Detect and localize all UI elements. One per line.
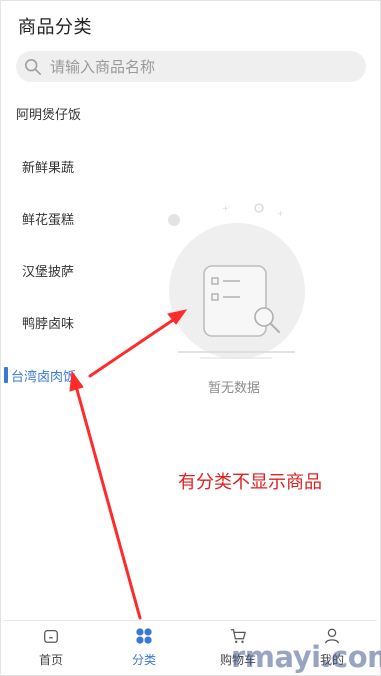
- watermark: rmayi.com: [231, 640, 381, 674]
- category-item-active[interactable]: 台湾卤肉饭: [11, 366, 76, 385]
- home-icon: [44, 629, 58, 643]
- search-placeholder[interactable]: 请输入商品名称: [50, 56, 155, 77]
- active-category-indicator: [4, 367, 8, 383]
- category-item[interactable]: 鸭脖卤味: [22, 313, 74, 332]
- empty-illustration: + + +: [168, 203, 305, 359]
- tab-home[interactable]: 首页: [21, 625, 81, 668]
- page-title: 商品分类: [18, 17, 92, 38]
- category-item[interactable]: 汉堡披萨: [22, 261, 74, 280]
- category-item[interactable]: 阿明煲仔饭: [16, 104, 81, 123]
- annotation-text: 有分类不显示商品: [178, 472, 322, 493]
- tab-category-label: 分类: [131, 653, 156, 667]
- search-bar[interactable]: 请输入商品名称: [16, 51, 366, 82]
- category-item[interactable]: 新鲜果蔬: [22, 157, 74, 176]
- tab-category[interactable]: 分类: [114, 625, 174, 668]
- tab-home-label: 首页: [38, 653, 63, 667]
- category-item[interactable]: 鲜花蛋糕: [22, 209, 74, 228]
- svg-text:+: +: [222, 204, 229, 213]
- empty-state-text: 暂无数据: [208, 381, 261, 396]
- search-icon: [24, 58, 42, 75]
- svg-text:+: +: [277, 209, 284, 218]
- category-icon: [136, 628, 152, 644]
